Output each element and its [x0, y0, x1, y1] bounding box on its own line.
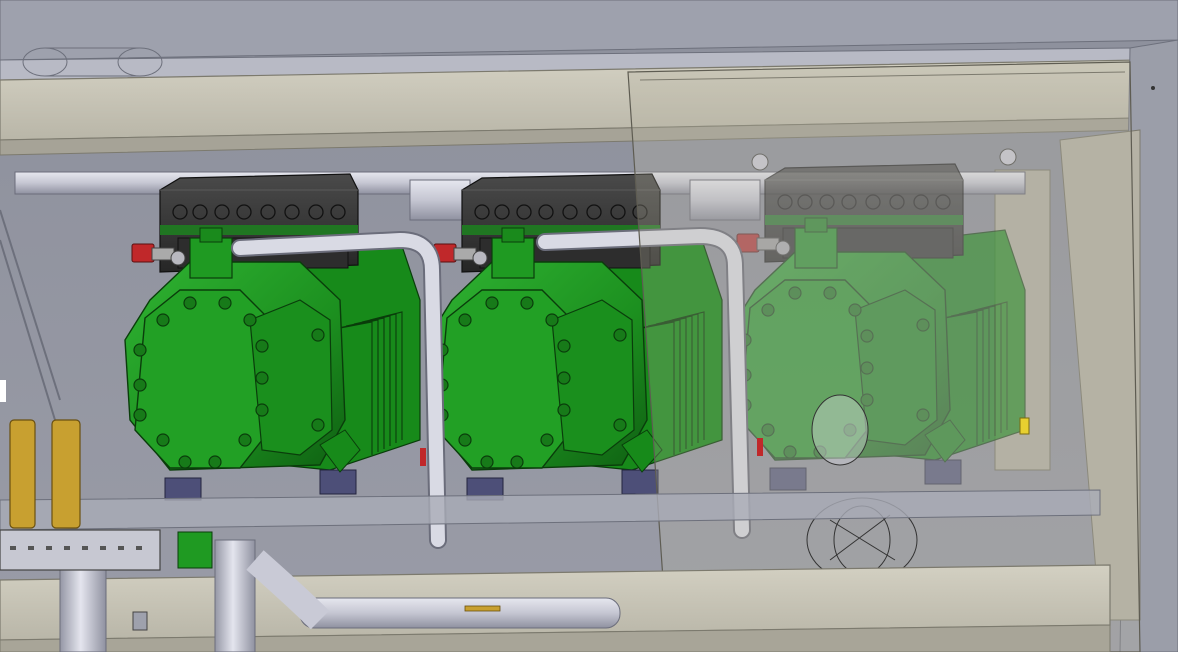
translucent-panel	[627, 61, 1141, 652]
assembly-render	[0, 0, 1178, 652]
cad-viewport[interactable]	[0, 0, 1178, 652]
yellow-marker	[1019, 417, 1030, 435]
